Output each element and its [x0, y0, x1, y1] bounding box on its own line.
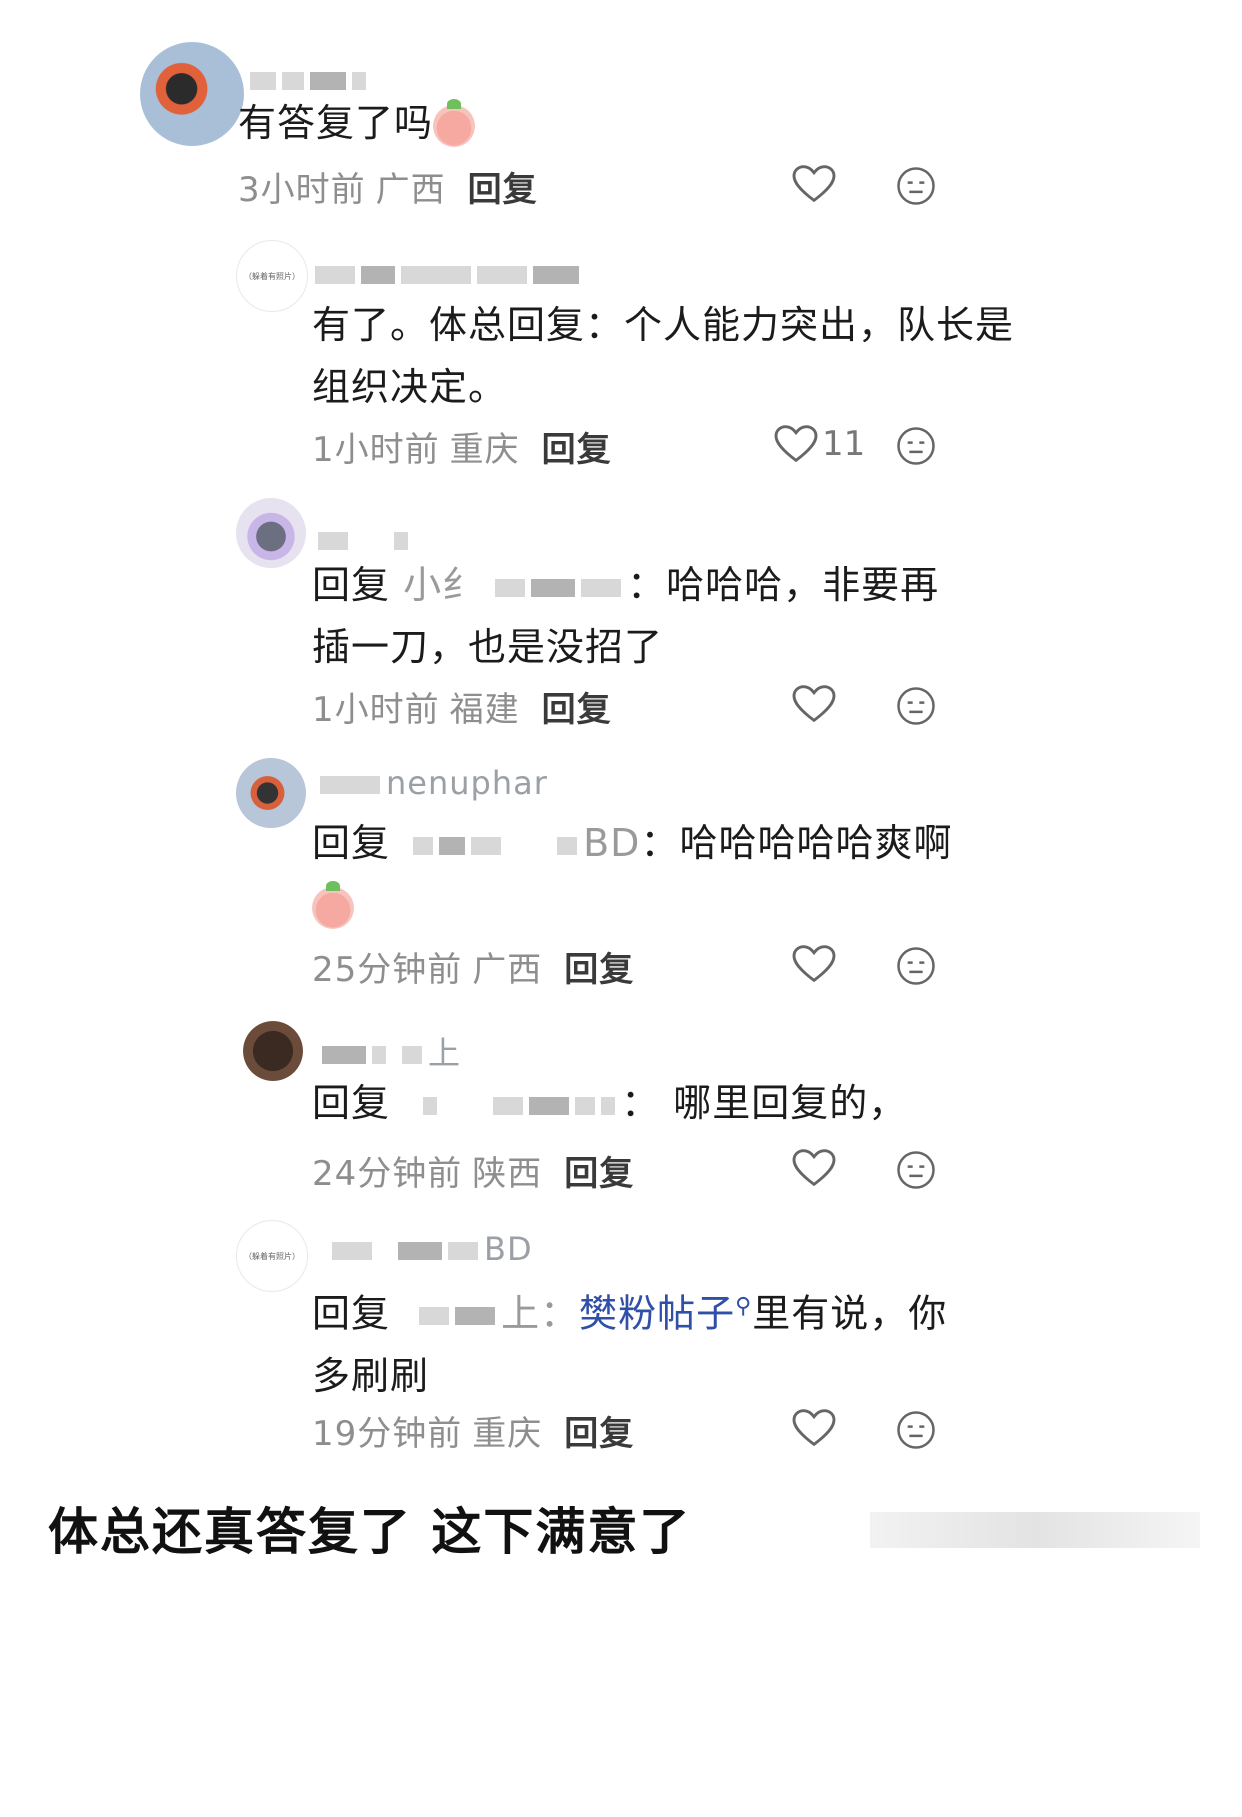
comment-location: 广西 — [472, 950, 543, 990]
comment-text-content: 有答复了吗 — [238, 101, 434, 145]
like-count: 11 — [822, 424, 866, 464]
comment-text: 有答复了吗 — [238, 92, 476, 154]
comment-text-line: ：哈哈哈，非要再 — [627, 563, 940, 607]
comment-meta: 3小时前 广西 回复 — [238, 162, 538, 211]
like-button[interactable] — [792, 944, 836, 984]
comment-meta: 1小时前 福建 回复 — [312, 682, 612, 731]
reply-button[interactable]: 回复 — [564, 950, 634, 990]
comment-location: 福建 — [449, 690, 520, 730]
comment-meta: 1小时前 重庆 回复 — [312, 422, 612, 471]
comment-text-line: 插一刀，也是没招了 — [312, 625, 664, 669]
username-text: 上 — [428, 1034, 462, 1072]
heart-outline-icon — [792, 1149, 836, 1187]
reply-prefix: 回复 — [312, 1291, 391, 1336]
avatar-text: （躲着有照片） — [244, 1251, 300, 1261]
comment-text-line: ：哈哈哈哈哈爽啊 — [640, 821, 953, 865]
comment-time: 3小时前 — [238, 170, 366, 210]
username-text: nenuphar — [386, 764, 548, 802]
comment-text: 回复 BD：哈哈哈哈哈爽啊 — [312, 812, 952, 936]
comment-text-line: 多刷刷 — [312, 1353, 430, 1398]
username-blurred[interactable] — [318, 520, 414, 550]
comment-location: 重庆 — [449, 430, 520, 470]
reply-target[interactable]: 上： — [501, 1292, 579, 1336]
avatar[interactable]: （躲着有照片） — [236, 240, 308, 312]
comment-text: 有了。体总回复：个人能力突出，队长是 组织决定。 — [312, 294, 1014, 418]
username[interactable]: BD — [322, 1230, 533, 1268]
comment-time: 1小时前 — [312, 430, 440, 470]
like-button[interactable] — [792, 164, 836, 204]
comment-meta: 25分钟前 广西 回复 — [312, 942, 634, 991]
comment-text: 回复 小纟 ：哈哈哈，非要再 插一刀，也是没招了 — [312, 554, 939, 678]
comment-time: 24分钟前 — [312, 1154, 463, 1194]
username[interactable]: 上 — [322, 1028, 461, 1072]
like-button[interactable]: 11 — [774, 424, 865, 464]
comment-text-line: 里有说，你 — [752, 1291, 948, 1336]
comment-text-line: 组织决定。 — [312, 365, 508, 409]
reply-target[interactable]: BD — [583, 821, 640, 865]
shy-emoji-icon — [312, 880, 354, 929]
avatar[interactable] — [238, 1016, 308, 1086]
avatar-text: （躲着有照片） — [244, 271, 300, 281]
avatar[interactable] — [140, 42, 244, 146]
heart-outline-icon — [792, 1409, 836, 1447]
comment-location: 广西 — [375, 170, 446, 210]
avatar[interactable] — [236, 498, 306, 568]
reply-button[interactable]: 回复 — [542, 430, 612, 470]
reply-button[interactable]: 回复 — [468, 170, 538, 210]
comment-time: 25分钟前 — [312, 950, 463, 990]
avatar[interactable]: （躲着有照片） — [236, 1220, 308, 1292]
like-button[interactable] — [792, 1148, 836, 1188]
username-text: BD — [484, 1230, 533, 1268]
reply-button[interactable]: 回复 — [564, 1154, 634, 1194]
comment-time: 19分钟前 — [312, 1414, 463, 1454]
reply-button[interactable]: 回复 — [542, 690, 612, 730]
comment-location: 陕西 — [472, 1154, 543, 1194]
comment-text: 回复 ： 哪里回复的， — [312, 1072, 907, 1134]
reply-button[interactable]: 回复 — [564, 1414, 634, 1454]
comment-meta: 24分钟前 陕西 回复 — [312, 1146, 634, 1195]
neutral-face-icon[interactable] — [896, 166, 936, 206]
avatar[interactable] — [236, 758, 306, 828]
heart-outline-icon — [792, 685, 836, 723]
reply-target[interactable]: 小纟 — [403, 563, 481, 607]
username[interactable]: nenuphar — [320, 764, 548, 802]
search-link[interactable]: 樊粉帖子 — [579, 1292, 735, 1336]
username-blurred[interactable] — [315, 254, 585, 284]
heart-outline-icon — [792, 165, 836, 203]
search-icon[interactable]: ⚲ — [735, 1294, 752, 1319]
reply-prefix: 回复 — [312, 821, 391, 865]
comment-text-line: ： 哪里回复的， — [621, 1081, 908, 1125]
caption: 体总还真答复了 这下满意了 — [48, 1503, 692, 1561]
comment-text-line: 有了。体总回复：个人能力突出，队长是 — [312, 303, 1015, 347]
like-button[interactable] — [792, 1408, 836, 1448]
heart-outline-icon — [792, 945, 836, 983]
neutral-face-icon[interactable] — [896, 1410, 936, 1450]
neutral-face-icon[interactable] — [896, 426, 936, 466]
neutral-face-icon[interactable] — [896, 686, 936, 726]
neutral-face-icon[interactable] — [896, 1150, 936, 1190]
username-blurred[interactable] — [250, 60, 372, 90]
reply-prefix: 回复 — [312, 563, 391, 607]
comment-meta: 19分钟前 重庆 回复 — [312, 1406, 634, 1455]
heart-outline-icon — [774, 425, 818, 463]
like-button[interactable] — [792, 684, 836, 724]
comment-location: 重庆 — [472, 1414, 543, 1454]
reply-prefix: 回复 — [312, 1081, 391, 1125]
neutral-face-icon[interactable] — [896, 946, 936, 986]
crying-emoji-icon — [433, 98, 476, 147]
watermark — [870, 1512, 1200, 1548]
comment-text: 回复 上：樊粉帖子⚲里有说，你 多刷刷 — [312, 1276, 947, 1407]
comment-time: 1小时前 — [312, 690, 440, 730]
